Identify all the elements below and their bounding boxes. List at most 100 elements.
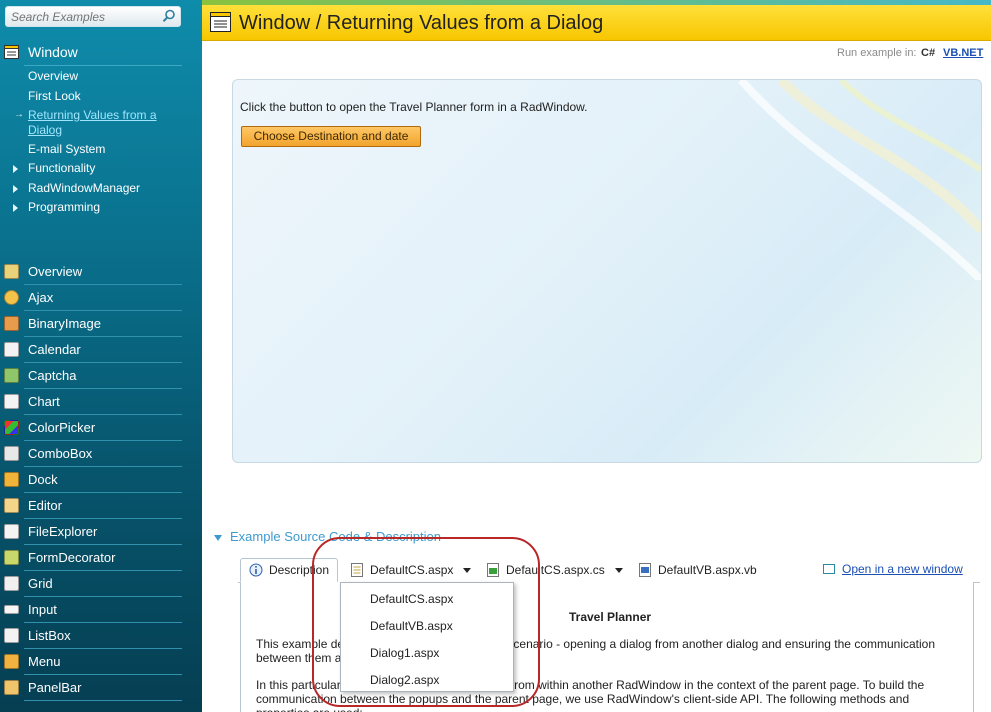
choose-destination-button[interactable]: Choose Destination and date [241, 126, 421, 147]
control-colorpicker[interactable]: ColorPicker [4, 415, 182, 441]
dropdown-item-dialog2-aspx[interactable]: Dialog2.aspx [370, 673, 439, 687]
control-menu[interactable]: Menu [4, 649, 182, 675]
fileexplorer-icon [4, 524, 19, 539]
control-label: Chart [28, 394, 60, 409]
listbox-icon [4, 628, 19, 643]
control-grid[interactable]: Grid [4, 571, 182, 597]
search-icon[interactable] [162, 9, 176, 23]
editor-icon [4, 498, 19, 513]
tab-description[interactable]: Description [240, 558, 338, 582]
info-icon [249, 563, 263, 577]
expand-arrow-icon[interactable] [13, 185, 18, 193]
control-chart[interactable]: Chart [4, 389, 182, 415]
control-fileexplorer[interactable]: FileExplorer [4, 519, 182, 545]
ajax-icon [4, 290, 19, 305]
control-calendar[interactable]: Calendar [4, 337, 182, 363]
colorpicker-icon [4, 420, 19, 435]
content-title: Travel Planner [569, 610, 652, 624]
search-input[interactable] [6, 7, 161, 26]
control-label: BinaryImage [28, 316, 101, 331]
aspx-file-icon [351, 563, 363, 577]
control-label: PanelBar [28, 680, 82, 695]
run-example-label: Run example in: [837, 47, 917, 59]
overview-icon [4, 264, 19, 279]
calendar-icon [4, 342, 19, 357]
language-cs: C# [921, 47, 936, 59]
expand-arrow-icon[interactable] [13, 165, 18, 173]
sidebar-item-email-system[interactable]: E-mail System [28, 142, 105, 157]
chevron-down-icon[interactable] [614, 567, 623, 573]
dock-icon [4, 472, 19, 487]
current-arrow-icon: → [14, 109, 24, 120]
control-label: Menu [28, 654, 61, 669]
control-dock[interactable]: Dock [4, 467, 182, 493]
tab-label: DefaultVB.aspx.vb [658, 563, 757, 577]
grid-icon [4, 576, 19, 591]
open-link-label: Open in a new window [842, 562, 963, 576]
control-label: FormDecorator [28, 550, 116, 565]
captcha-icon [4, 368, 19, 383]
sidebar-item-programming[interactable]: Programming [28, 200, 100, 215]
tab-defaultcs-aspx-cs[interactable]: DefaultCS.aspx.cs [486, 558, 623, 582]
window-icon [4, 45, 19, 59]
control-panelbar[interactable]: PanelBar [4, 675, 182, 701]
control-label: ComboBox [28, 446, 93, 461]
control-label: Editor [28, 498, 62, 513]
binaryimage-icon [4, 316, 19, 331]
formdecorator-icon [4, 550, 19, 565]
window-icon [210, 12, 231, 32]
menu-icon [4, 654, 19, 669]
expand-arrow-icon[interactable] [13, 204, 18, 212]
control-label: ListBox [28, 628, 71, 643]
source-heading: Example Source Code & Description [230, 529, 441, 544]
control-captcha[interactable]: Captcha [4, 363, 182, 389]
chart-icon [4, 394, 19, 409]
collapse-arrow-icon [214, 534, 222, 541]
control-formdecorator[interactable]: FormDecorator [4, 545, 182, 571]
sidebar-item-overview[interactable]: Overview [28, 69, 78, 84]
control-input[interactable]: Input [4, 597, 182, 623]
tab-label: DefaultCS.aspx [370, 563, 454, 577]
control-label: Input [28, 602, 57, 617]
sidebar-item-functionality[interactable]: Functionality [28, 161, 95, 176]
demo-instruction: Click the button to open the Travel Plan… [240, 100, 588, 114]
source-section-toggle[interactable]: Example Source Code & Description [214, 529, 441, 544]
tab-label: DefaultCS.aspx.cs [506, 563, 605, 577]
tab-label: Description [268, 563, 329, 577]
input-icon [4, 605, 19, 614]
demo-panel: Click the button to open the Travel Plan… [232, 79, 982, 463]
vb-file-icon [639, 563, 651, 577]
control-label: Captcha [28, 368, 77, 383]
language-vb-link[interactable]: VB.NET [943, 47, 983, 59]
sidebar-section-title: Window [28, 44, 78, 60]
dropdown-item-dialog1-aspx[interactable]: Dialog1.aspx [370, 646, 439, 660]
sidebar: Window Overview First Look → Returning V… [0, 0, 202, 712]
tab-defaultvb-aspx-vb[interactable]: DefaultVB.aspx.vb [638, 558, 757, 582]
divider [24, 700, 182, 701]
control-label: Overview [28, 264, 83, 279]
control-label: ColorPicker [28, 420, 96, 435]
control-binaryimage[interactable]: BinaryImage [4, 311, 182, 337]
tab-defaultcs-aspx[interactable]: DefaultCS.aspx [350, 558, 472, 582]
control-combobox[interactable]: ComboBox [4, 441, 182, 467]
search-box[interactable] [5, 6, 181, 27]
open-new-window-link[interactable]: Open in a new window [823, 562, 963, 576]
dropdown-item-defaultvb-aspx[interactable]: DefaultVB.aspx [370, 619, 453, 633]
dropdown-item-defaultcs-aspx[interactable]: DefaultCS.aspx [370, 592, 453, 606]
control-ajax[interactable]: Ajax [4, 285, 182, 311]
sidebar-item-returning-values[interactable]: Returning Values from a Dialog [28, 108, 178, 138]
control-label: Grid [28, 576, 53, 591]
sidebar-item-radwindowmanager[interactable]: RadWindowManager [28, 181, 140, 196]
panelbar-icon [4, 680, 19, 695]
file-dropdown-menu: DefaultCS.aspx DefaultVB.aspx Dialog1.as… [340, 582, 514, 692]
decorative-swirl [737, 80, 981, 280]
sidebar-item-first-look[interactable]: First Look [28, 89, 81, 104]
control-label: Ajax [28, 290, 54, 305]
sidebar-section-window[interactable]: Window [4, 43, 78, 61]
control-label: FileExplorer [28, 524, 98, 539]
control-overview[interactable]: Overview [4, 259, 182, 285]
control-label: Dock [28, 472, 58, 487]
control-listbox[interactable]: ListBox [4, 623, 182, 649]
chevron-down-icon[interactable] [463, 567, 472, 573]
control-editor[interactable]: Editor [4, 493, 182, 519]
